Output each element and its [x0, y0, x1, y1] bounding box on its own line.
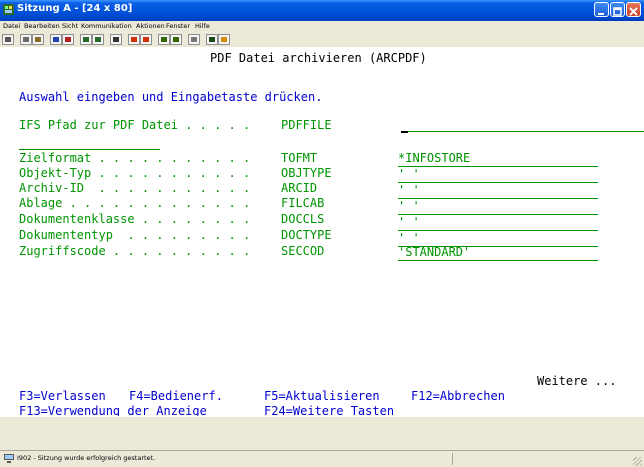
send-button[interactable] [50, 34, 62, 45]
minimize-button[interactable] [594, 2, 609, 17]
objtype-value: ' ' [398, 167, 420, 181]
paste-icon [35, 37, 41, 42]
macro-record-button[interactable] [128, 34, 140, 45]
menu-kommunikation[interactable]: Kommunikation [81, 22, 132, 30]
fkey-f5[interactable]: F5=Aktualisieren [264, 389, 380, 404]
macro-stop-button[interactable] [140, 34, 152, 45]
filcab-input[interactable]: ' ' [398, 199, 598, 215]
doccls-input[interactable]: ' ' [398, 215, 598, 231]
param-keyword-doctype: DOCTYPE [281, 228, 332, 242]
keypad-icon [95, 37, 101, 42]
session-status-icon [4, 454, 14, 463]
title-bar[interactable]: Sitzung A - [24 x 80] [0, 0, 644, 21]
param-keyword-objtype: OBJTYPE [281, 166, 332, 180]
fkey-f4[interactable]: F4=Bedienerf. [129, 389, 223, 404]
close-button[interactable] [626, 2, 641, 17]
maximize-icon [613, 7, 622, 16]
fkey-f3[interactable]: F3=Verlassen [19, 389, 106, 404]
receive-icon [65, 37, 71, 42]
param-keyword-seccod: SECCOD [281, 244, 325, 258]
copy-button[interactable] [20, 34, 32, 45]
param-keyword-tofmt: TOFMT [281, 151, 318, 165]
param-keyword-arcid: ARCID [281, 181, 318, 195]
print-icon [5, 37, 11, 42]
param-label-doctype: Dokumententyp . . . . . . . . . [19, 228, 251, 242]
param-label-objtype: Objekt-Typ . . . . . . . . . . . [19, 166, 251, 180]
menu-hilfe[interactable]: Hilfe [195, 22, 210, 30]
macro-stop-icon [143, 37, 149, 42]
param-keyword-doccls: DOCCLS [281, 212, 325, 226]
status-message: I902 - Sitzung wurde erfolgreich gestart… [17, 454, 156, 462]
receive-button[interactable] [62, 34, 74, 45]
menu-fenster[interactable]: Fenster [166, 22, 190, 30]
macro-play-icon [161, 37, 167, 42]
disk-icon [209, 37, 215, 42]
menu-aktionen[interactable]: Aktionen [136, 22, 165, 30]
status-divider [452, 453, 453, 465]
close-icon [629, 7, 638, 16]
copy-icon [23, 37, 29, 42]
display-icon [83, 37, 89, 42]
ifs-path-label: IFS Pfad zur PDF Datei . . . . . [19, 118, 251, 132]
paste-button[interactable] [32, 34, 44, 45]
doctype-value: ' ' [398, 231, 420, 245]
app-icon [3, 4, 14, 15]
objtype-input[interactable]: ' ' [398, 167, 598, 183]
ifs-path-keyword: PDFFILE [281, 118, 332, 132]
doccls-value: ' ' [398, 215, 420, 229]
keypad-button[interactable] [92, 34, 104, 45]
macro-record-icon [131, 37, 137, 42]
edit-button[interactable] [218, 34, 230, 45]
ifs-path-input[interactable] [401, 116, 644, 132]
macro-list-button[interactable] [170, 34, 182, 45]
param-label-filcab: Ablage . . . . . . . . . . . . . [19, 196, 251, 210]
filcab-value: ' ' [398, 199, 420, 213]
terminal-margin [0, 47, 8, 416]
chart-icon [113, 37, 119, 42]
edit-icon [221, 37, 227, 42]
macro-list-icon [173, 37, 179, 42]
status-bar: I902 - Sitzung wurde erfolgreich gestart… [0, 450, 644, 467]
menu-bearbeiten[interactable]: Bearbeiten [24, 22, 60, 30]
minimize-icon [598, 13, 604, 15]
status-area [0, 416, 644, 451]
menu-datei[interactable]: Datei [3, 22, 20, 30]
more-indicator: Weitere ... [537, 374, 617, 388]
seccod-input[interactable]: 'STANDARD' [398, 245, 598, 261]
instruction-text: Auswahl eingeben und Eingabetaste drücke… [19, 90, 323, 104]
fkey-f24[interactable]: F24=Weitere Tasten [264, 404, 394, 416]
param-keyword-filcab: FILCAB [281, 196, 325, 210]
chart-button[interactable] [110, 34, 122, 45]
param-label-doccls: Dokumentenklasse . . . . . . . . [19, 212, 251, 226]
toolbar [0, 33, 644, 48]
text-cursor [401, 131, 408, 133]
menu-sicht[interactable]: Sicht [62, 22, 78, 30]
tofmt-value: *INFOSTORE [398, 151, 471, 165]
arcid-input[interactable]: ' ' [398, 183, 598, 199]
tofmt-input[interactable]: *INFOSTORE [398, 151, 598, 167]
display-button[interactable] [80, 34, 92, 45]
resize-grip[interactable] [633, 457, 642, 466]
document-icon [191, 37, 197, 42]
screen-title: PDF Datei archivieren (ARCPDF) [210, 51, 427, 65]
terminal-screen[interactable]: PDF Datei archivieren (ARCPDF) Auswahl e… [8, 47, 644, 416]
send-icon [53, 37, 59, 42]
seccod-value: 'STANDARD' [398, 245, 471, 259]
macro-play-button[interactable] [158, 34, 170, 45]
param-label-seccod: Zugriffscode . . . . . . . . . . [19, 244, 251, 258]
print-button[interactable] [2, 34, 14, 45]
menu-bar: Datei Bearbeiten Sicht Kommunikation Akt… [0, 21, 644, 33]
param-label-arcid: Archiv-ID . . . . . . . . . . . [19, 181, 251, 195]
maximize-button[interactable] [610, 2, 625, 17]
ifs-path-input-continuation[interactable] [19, 134, 160, 150]
arcid-value: ' ' [398, 183, 420, 197]
document-button[interactable] [188, 34, 200, 45]
window-title: Sitzung A - [24 x 80] [17, 3, 133, 14]
disk-button[interactable] [206, 34, 218, 45]
fkey-f12[interactable]: F12=Abbrechen [411, 389, 505, 404]
param-label-tofmt: Zielformat . . . . . . . . . . . [19, 151, 251, 165]
fkey-f13[interactable]: F13=Verwendung der Anzeige [19, 404, 207, 416]
